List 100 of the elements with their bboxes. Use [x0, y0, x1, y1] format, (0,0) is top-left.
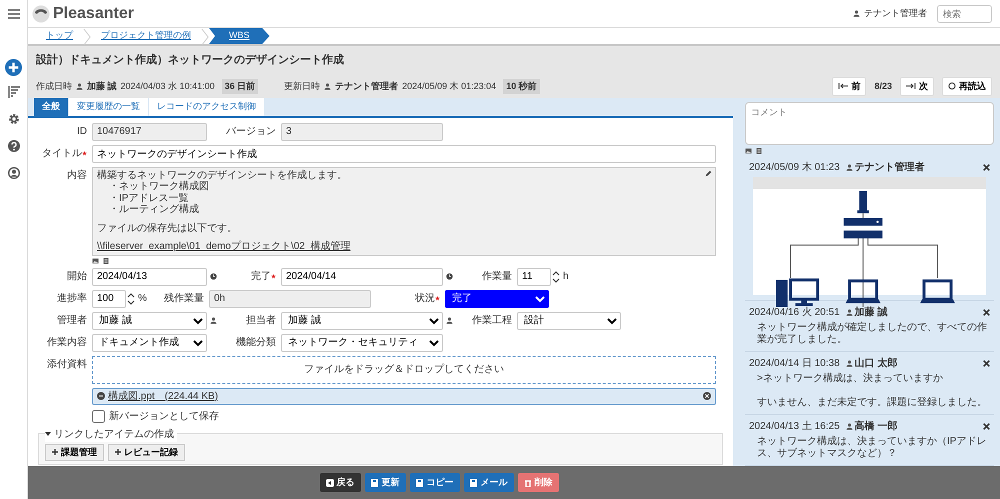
clock-icon[interactable]: [210, 273, 217, 280]
user-icon: [846, 309, 853, 316]
date-field[interactable]: 2024/04/14: [281, 268, 443, 286]
field-label: 機能分類: [236, 336, 276, 350]
button-icon: [416, 478, 424, 486]
user-icon: [76, 82, 83, 90]
user-icon[interactable]: [446, 317, 453, 324]
field-label: 残作業量: [164, 292, 204, 306]
field-label: 添付資料: [47, 358, 87, 372]
paragraph: 構築するネットワークのデザインシートを作成します。: [97, 170, 348, 180]
input-field[interactable]: ネットワークのデザインシート作成: [92, 144, 716, 162]
number-field[interactable]: 11: [517, 268, 551, 286]
field-label: タイトル: [42, 147, 82, 161]
comment-time: 2024/04/14 日 10:38: [749, 357, 840, 371]
user-icon: [846, 360, 853, 367]
logo-text: Pleasanter: [53, 4, 134, 24]
record-title: 設計）ドキュメント作成）ネットワークのデザインシート作成: [36, 52, 345, 68]
reload-button[interactable]: 再読込: [942, 76, 992, 96]
comment-author: テナント管理者: [854, 160, 925, 175]
file-path-link[interactable]: \\fileserver_example\01_demoプロジェクト\02_構成管理: [97, 241, 350, 252]
add-icon[interactable]: [5, 59, 22, 76]
breadcrumb-link[interactable]: WBS: [209, 28, 270, 44]
required-mark-icon: [82, 151, 87, 156]
image-icon[interactable]: [745, 148, 752, 154]
date-field[interactable]: 2024/04/13: [92, 268, 207, 286]
required-mark-icon: [271, 274, 276, 279]
search-field[interactable]: 検索: [937, 4, 992, 22]
field-label: 作業量: [482, 270, 512, 284]
next-arrow-icon: [906, 83, 916, 90]
next-button[interactable]: 次: [900, 76, 934, 96]
dropdown[interactable]: ドキュメント作成: [92, 334, 207, 352]
readonly-field: 10476917: [92, 122, 207, 140]
user-icon[interactable]: [210, 317, 217, 324]
comment-text: ネットワーク構成が確定しましたので、すべての作業が完了しました。: [757, 322, 988, 346]
meta-user: テナント管理者: [335, 80, 398, 92]
action-button[interactable]: コピー: [410, 472, 460, 492]
create-link-button[interactable]: レビュー記録: [108, 444, 185, 461]
field-label: 作業工程: [472, 314, 512, 328]
meta-label: 作成日時: [36, 80, 72, 92]
dropdown[interactable]: 加藤 誠: [281, 312, 443, 330]
action-button[interactable]: 更新: [364, 472, 406, 492]
edit-icon[interactable]: [705, 170, 712, 176]
field-label: 作業内容: [47, 336, 87, 350]
close-icon[interactable]: [983, 423, 990, 430]
settings-icon[interactable]: [8, 113, 20, 125]
breadcrumb-link[interactable]: トップ: [36, 28, 83, 44]
clock-icon[interactable]: [446, 273, 453, 280]
spinner-icon[interactable]: [127, 292, 135, 304]
user-icon: [846, 423, 853, 430]
bullet-text: ・ルーティング構成: [108, 204, 200, 216]
readonly-field: 0h: [209, 290, 371, 308]
field-label: 管理者: [57, 314, 87, 328]
comment-text: ネットワーク構成は、決まっていますか（IPアドレス、サブネットマスクなど）？: [757, 436, 988, 460]
checkbox-label: 新バージョンとして保存: [109, 410, 219, 424]
action-button[interactable]: 戻る: [320, 472, 360, 492]
field-label: ID: [77, 125, 87, 139]
comment-time: 2024/04/13 土 16:25: [749, 420, 840, 434]
logo-icon: [32, 4, 50, 22]
create-link-button[interactable]: 課題管理: [45, 444, 104, 461]
comment-time: 2024/05/09 木 01:23: [749, 160, 840, 175]
image-icon[interactable]: [92, 258, 99, 264]
action-button[interactable]: メール: [464, 472, 514, 492]
user-menu[interactable]: テナント管理者: [853, 6, 927, 20]
dropdown[interactable]: 設計: [517, 312, 621, 330]
help-icon[interactable]: [8, 140, 20, 152]
number-field[interactable]: 100: [92, 290, 126, 308]
comment-field[interactable]: コメント: [745, 102, 994, 145]
meta-label: 更新日時: [284, 80, 320, 92]
remove-icon[interactable]: [703, 392, 711, 400]
dropdown[interactable]: 完了: [445, 290, 549, 308]
close-icon[interactable]: [983, 164, 990, 171]
tab[interactable]: 変更履歴の一覧: [69, 98, 148, 116]
prev-button[interactable]: 前: [832, 76, 866, 96]
spinner-icon[interactable]: [552, 270, 560, 282]
comment-time: 2024/04/16 火 20:51: [749, 306, 840, 320]
dropdown[interactable]: 加藤 誠: [92, 312, 207, 330]
readonly-field: 3: [281, 122, 443, 140]
collapse-triangle-icon[interactable]: [45, 431, 51, 437]
file-icon[interactable]: [103, 258, 109, 264]
button-icon: [524, 478, 532, 486]
field-label: 進捗率: [57, 292, 87, 306]
plus-icon: [115, 449, 121, 456]
user-icon: [846, 164, 853, 171]
sort-icon[interactable]: [8, 86, 20, 98]
user-icon: [853, 10, 860, 17]
breadcrumb-link[interactable]: プロジェクト管理の例: [91, 28, 201, 44]
close-icon[interactable]: [983, 360, 990, 367]
file-icon[interactable]: [756, 148, 762, 154]
attachment-icon: [97, 392, 105, 400]
close-icon[interactable]: [983, 309, 990, 316]
menu-icon[interactable]: [8, 9, 20, 19]
checkbox[interactable]: [92, 410, 105, 422]
page-position: 8/23: [874, 80, 892, 92]
file-link[interactable]: 構成図.ppt (224.44 KB): [108, 388, 218, 404]
file-drop-zone[interactable]: ファイルをドラッグ＆ドロップしてください: [92, 356, 716, 384]
tab[interactable]: レコードのアクセス制御: [149, 98, 264, 116]
tab[interactable]: 全般: [34, 98, 68, 116]
content-field[interactable]: 構築するネットワークのデザインシートを作成します。 ・ネットワーク構成図 ・IPアドレス一覧 ・ルーティング構成 ファイルの保存先は以下です。 \\fileserver_example\01_demoプロジェクト\02_構成管理: [92, 166, 716, 256]
dropdown[interactable]: ネットワーク・セキュリティ: [281, 334, 443, 352]
account-icon[interactable]: [8, 167, 20, 179]
